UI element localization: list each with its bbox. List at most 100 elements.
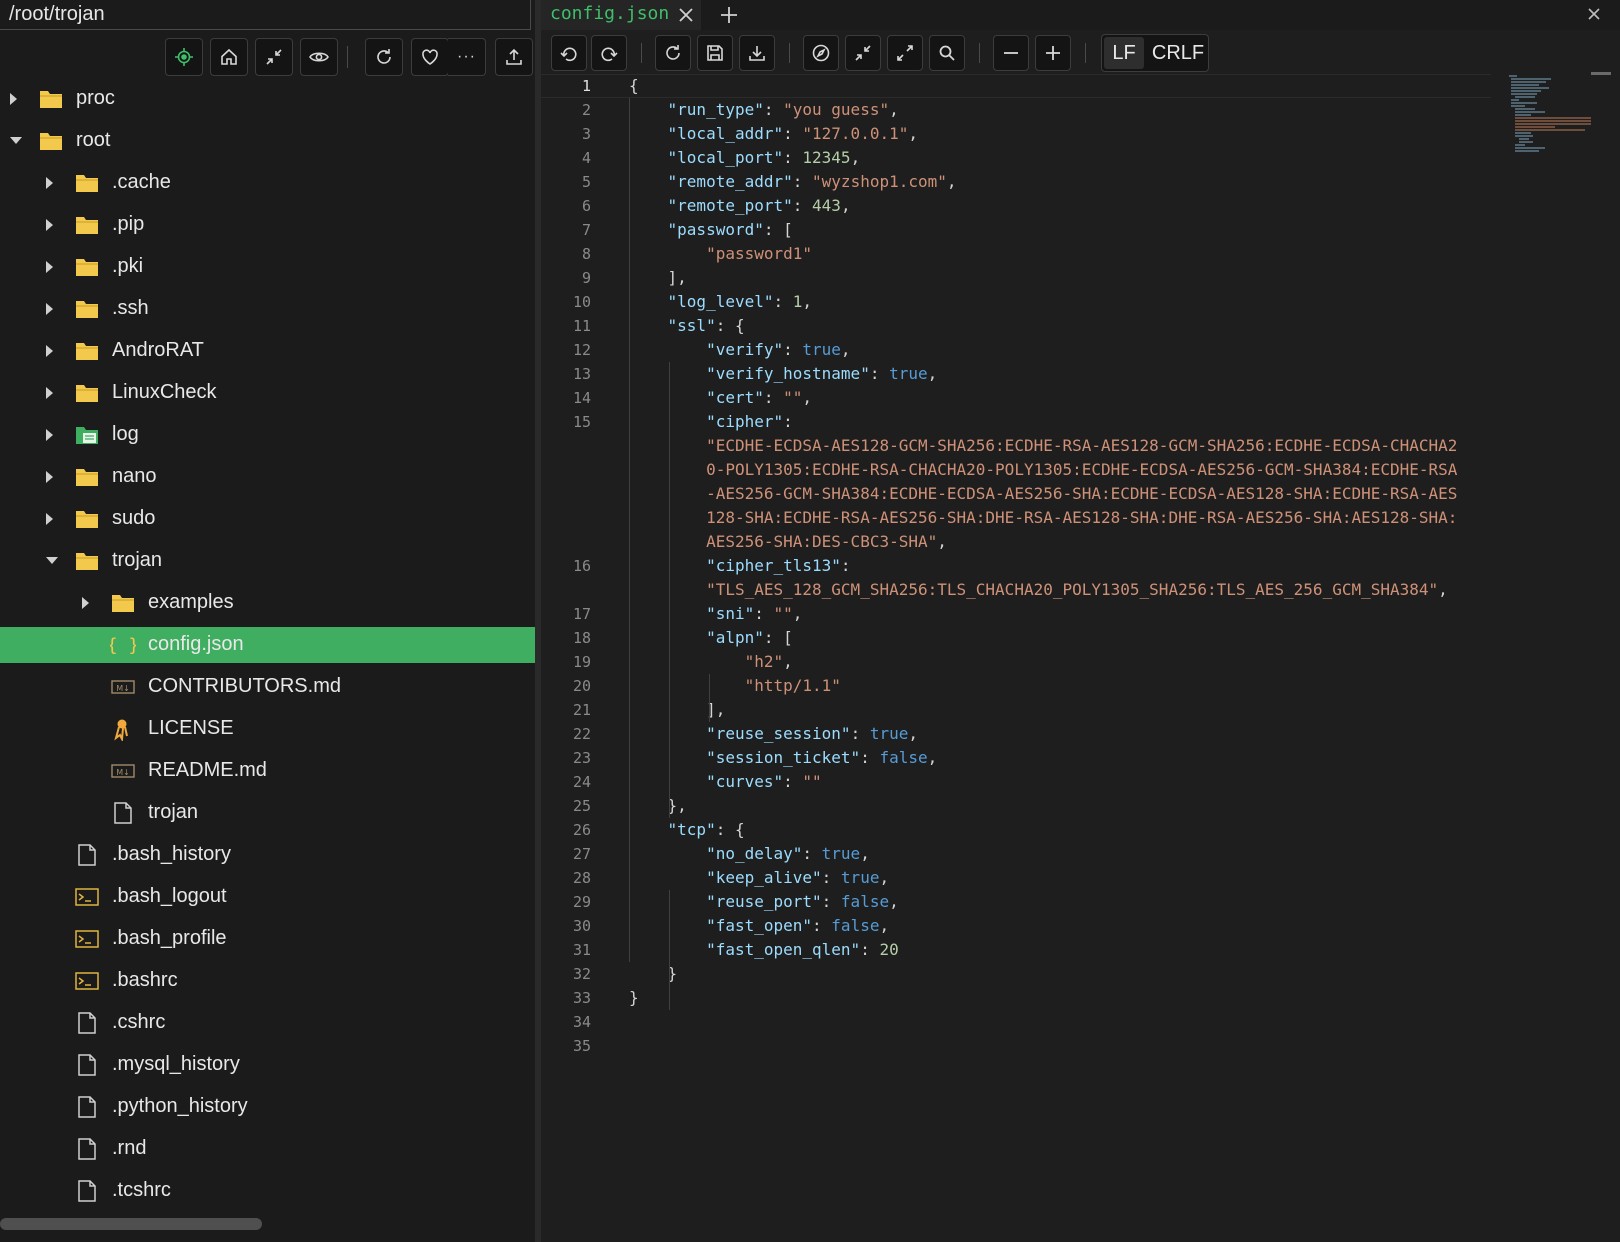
code-line[interactable]: "alpn": [ xyxy=(629,626,793,650)
code-line[interactable]: "password": [ xyxy=(629,218,793,242)
tree-item[interactable]: { } config.json xyxy=(0,627,535,663)
close-panel-icon[interactable] xyxy=(1584,4,1604,24)
tree-item[interactable]: log xyxy=(0,417,535,453)
chevron-right-icon[interactable] xyxy=(46,261,53,273)
chevron-right-icon[interactable] xyxy=(46,387,53,399)
code-line[interactable]: "run_type": "you guess", xyxy=(629,98,899,122)
chevron-right-icon[interactable] xyxy=(10,93,17,105)
chevron-right-icon[interactable] xyxy=(46,219,53,231)
chevron-right-icon[interactable] xyxy=(46,303,53,315)
tree-item[interactable]: LinuxCheck xyxy=(0,375,535,411)
chevron-right-icon[interactable] xyxy=(46,177,53,189)
tab-config-json[interactable]: config.json xyxy=(541,0,701,30)
code-line[interactable]: "remote_port": 443, xyxy=(629,194,851,218)
code-line[interactable]: "verify_hostname": true, xyxy=(629,362,937,386)
tree-item[interactable]: root xyxy=(0,123,535,159)
tree-item[interactable]: LICENSE xyxy=(0,711,535,747)
tree-item[interactable]: .python_history xyxy=(0,1089,535,1125)
search-button[interactable] xyxy=(929,35,965,71)
more-button[interactable]: ··· xyxy=(448,38,486,76)
code-line[interactable]: "ECDHE-ECDSA-AES128-GCM-SHA256:ECDHE-RSA… xyxy=(629,434,1457,458)
code-line[interactable]: "sni": "", xyxy=(629,602,802,626)
redo-button[interactable] xyxy=(591,35,627,71)
vertical-scrollbar[interactable] xyxy=(1591,72,1611,75)
code-line[interactable]: "cert": "", xyxy=(629,386,812,410)
code-line[interactable]: ], xyxy=(629,698,725,722)
code-line[interactable]: "local_addr": "127.0.0.1", xyxy=(629,122,918,146)
fold-all-button[interactable] xyxy=(845,35,881,71)
tree-item[interactable]: .cshrc xyxy=(0,1005,535,1041)
tree-item[interactable]: .pki xyxy=(0,249,535,285)
download-button[interactable] xyxy=(739,35,775,71)
font-increase-button[interactable] xyxy=(1035,35,1071,71)
crlf-option[interactable]: CRLF xyxy=(1150,37,1206,69)
tree-item[interactable]: proc xyxy=(0,81,535,117)
tree-item[interactable]: nano xyxy=(0,459,535,495)
tree-item[interactable]: .tcshrc xyxy=(0,1173,535,1209)
reload-button[interactable] xyxy=(655,35,691,71)
locate-button[interactable] xyxy=(165,38,203,76)
code-line[interactable]: "local_port": 12345, xyxy=(629,146,861,170)
tree-item[interactable]: M↓ README.md xyxy=(0,753,535,789)
code-line[interactable]: "session_ticket": false, xyxy=(629,746,937,770)
chevron-right-icon[interactable] xyxy=(46,471,53,483)
chevron-down-icon[interactable] xyxy=(46,557,58,564)
unfold-all-button[interactable] xyxy=(887,35,923,71)
code-line[interactable]: "TLS_AES_128_GCM_SHA256:TLS_CHACHA20_POL… xyxy=(629,578,1448,602)
tree-item[interactable]: .pip xyxy=(0,207,535,243)
tree-item[interactable]: trojan xyxy=(0,795,535,831)
show-hidden-button[interactable] xyxy=(300,38,338,76)
navigate-button[interactable] xyxy=(803,35,839,71)
tree-item[interactable]: .ssh xyxy=(0,291,535,327)
lf-option[interactable]: LF xyxy=(1104,37,1144,69)
chevron-right-icon[interactable] xyxy=(82,597,89,609)
tree-item[interactable]: AndroRAT xyxy=(0,333,535,369)
code-line[interactable]: "h2", xyxy=(629,650,793,674)
tree-item[interactable]: M↓ CONTRIBUTORS.md xyxy=(0,669,535,705)
code-line[interactable]: "log_level": 1, xyxy=(629,290,813,314)
code-line[interactable]: 0-POLY1305:ECDHE-RSA-CHACHA20-POLY1305:E… xyxy=(629,458,1457,482)
tree-item[interactable]: examples xyxy=(0,585,535,621)
code-line[interactable]: "reuse_session": true, xyxy=(629,722,918,746)
save-button[interactable] xyxy=(697,35,733,71)
code-line[interactable]: 128-SHA:ECDHE-RSA-AES256-SHA:DHE-RSA-AES… xyxy=(629,506,1457,530)
tree-item[interactable]: .bashrc xyxy=(0,963,535,999)
code-line[interactable]: "tcp": { xyxy=(629,818,745,842)
code-line[interactable]: "remote_addr": "wyzshop1.com", xyxy=(629,170,957,194)
tree-item[interactable]: .rnd xyxy=(0,1131,535,1167)
plus-icon[interactable] xyxy=(718,4,740,26)
code-line[interactable]: "no_delay": true, xyxy=(629,842,870,866)
chevron-down-icon[interactable] xyxy=(10,137,22,144)
path-bar[interactable]: /root/trojan xyxy=(0,0,531,30)
chevron-right-icon[interactable] xyxy=(46,429,53,441)
code-line[interactable]: "http/1.1" xyxy=(629,674,841,698)
close-icon[interactable] xyxy=(676,5,696,25)
refresh-button[interactable] xyxy=(365,38,403,76)
chevron-right-icon[interactable] xyxy=(46,345,53,357)
undo-button[interactable] xyxy=(551,35,587,71)
code-line[interactable]: -AES256-GCM-SHA384:ECDHE-ECDSA-AES256-SH… xyxy=(629,482,1457,506)
code-line[interactable]: "keep_alive": true, xyxy=(629,866,889,890)
code-line[interactable]: } xyxy=(629,986,639,1010)
tree-item[interactable]: .bash_history xyxy=(0,837,535,873)
code-line[interactable]: "cipher_tls13": xyxy=(629,554,851,578)
code-line[interactable]: "verify": true, xyxy=(629,338,851,362)
chevron-right-icon[interactable] xyxy=(46,513,53,525)
code-line[interactable]: }, xyxy=(629,794,687,818)
tree-item[interactable]: sudo xyxy=(0,501,535,537)
collapse-all-button[interactable] xyxy=(255,38,293,76)
favorite-button[interactable] xyxy=(411,38,449,76)
tree-item[interactable]: trojan xyxy=(0,543,535,579)
home-button[interactable] xyxy=(210,38,248,76)
tree-item[interactable]: .bash_logout xyxy=(0,879,535,915)
code-editor[interactable]: 1 2 3 4 5 6 7 8 9 10 11 12 13 14 15 16 17 18 19 20 21 22 23 24 2… xyxy=(541,72,1620,1242)
horizontal-scrollbar[interactable] xyxy=(0,1218,262,1230)
code-line[interactable]: AES256-SHA:DES-CBC3-SHA", xyxy=(629,530,947,554)
code-line[interactable]: "password1" xyxy=(629,242,812,266)
tree-item[interactable]: .cache xyxy=(0,165,535,201)
code-line[interactable]: "cipher": xyxy=(629,410,793,434)
tree-item[interactable]: .mysql_history xyxy=(0,1047,535,1083)
tree-item[interactable]: .bash_profile xyxy=(0,921,535,957)
code-line[interactable]: "ssl": { xyxy=(629,314,745,338)
code-line[interactable]: { xyxy=(629,74,639,98)
